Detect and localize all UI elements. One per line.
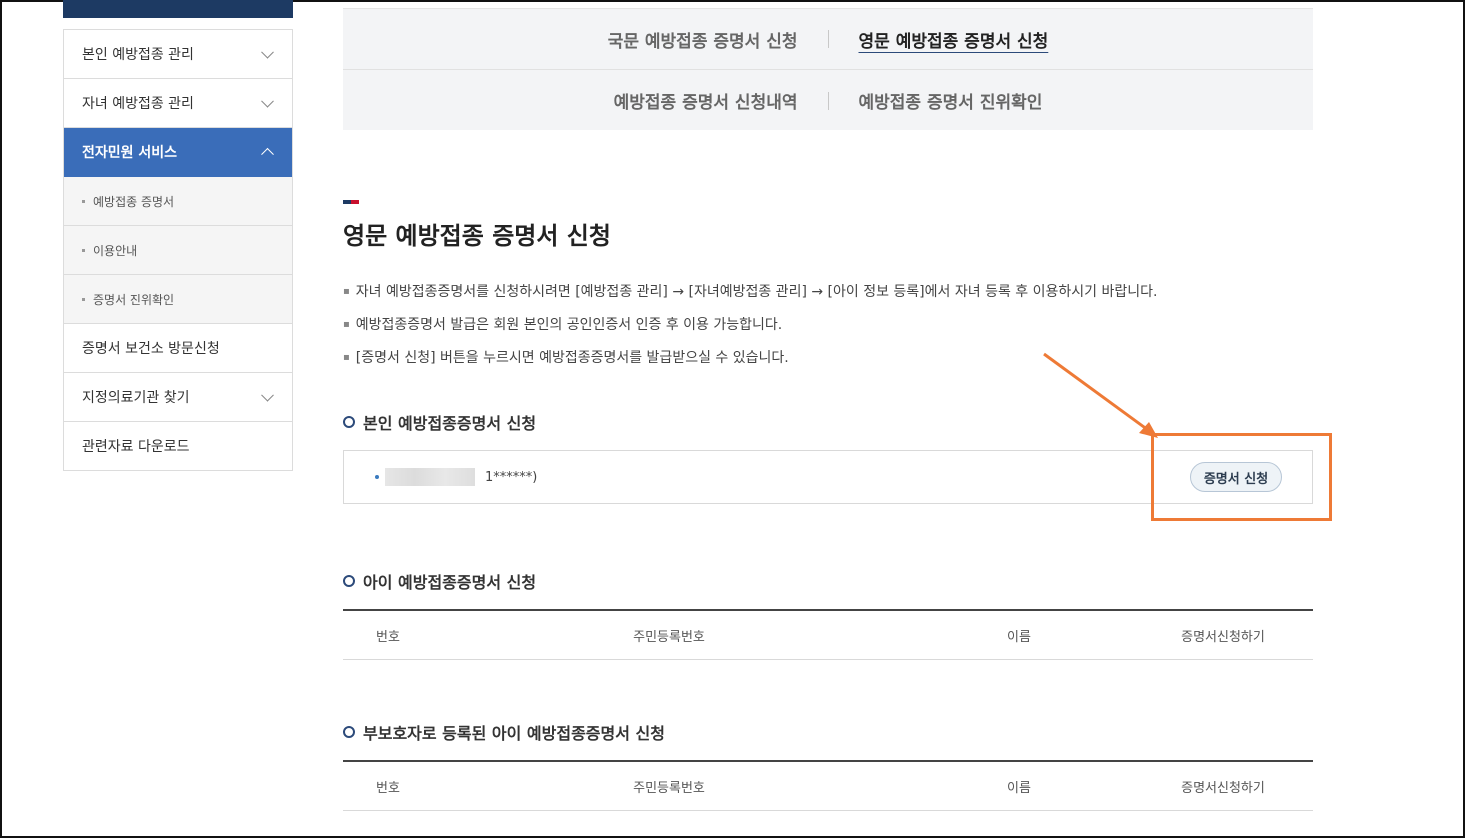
guardian-table-header: 번호 주민등록번호 이름 증명서신청하기 bbox=[343, 760, 1313, 811]
column-header: 증명서신청하기 bbox=[1181, 781, 1265, 796]
tab-application-history[interactable]: 예방접종 증명서 신청내역 bbox=[584, 93, 828, 113]
circle-bullet-icon bbox=[343, 575, 355, 587]
tab-authenticity-check[interactable]: 예방접종 증명서 진위확인 bbox=[829, 93, 1073, 113]
sidebar-item-label: 관련자료 다운로드 bbox=[82, 439, 190, 455]
sidebar-subitem-label: 예방접종 증명서 bbox=[93, 194, 175, 209]
certificate-tabs: 국문 예방접종 증명서 신청 영문 예방접종 증명서 신청 예방접종 증명서 신… bbox=[343, 8, 1313, 130]
sidebar-item-e-civil-service[interactable]: 전자민원 서비스 bbox=[64, 128, 292, 177]
sidebar-item-label: 전자민원 서비스 bbox=[82, 145, 178, 161]
sidebar-item-health-center-visit[interactable]: 증명서 보건소 방문신청 bbox=[64, 324, 292, 373]
tab-row: 국문 예방접종 증명서 신청 영문 예방접종 증명서 신청 bbox=[343, 9, 1313, 70]
sidebar-item-label: 증명서 보건소 방문신청 bbox=[82, 341, 220, 357]
masked-resident-number: 1******) bbox=[485, 469, 538, 485]
title-accent-mark bbox=[343, 200, 359, 204]
sidebar-item-find-clinic[interactable]: 지정의료기관 찾기 bbox=[64, 373, 292, 422]
sidebar-item-downloads[interactable]: 관련자료 다운로드 bbox=[64, 422, 292, 471]
sidebar-subitem-label: 증명서 진위확인 bbox=[93, 292, 175, 307]
sidebar-item-label: 지정의료기관 찾기 bbox=[82, 390, 190, 406]
notice-item: ▪ [증명서 신청] 버튼을 누르시면 예방접종증명서를 발급받으실 수 있습니다… bbox=[343, 350, 789, 366]
sidebar-subitem-guide[interactable]: 이용안내 bbox=[64, 226, 292, 275]
chevron-down-icon bbox=[261, 94, 274, 108]
column-header: 증명서신청하기 bbox=[1181, 630, 1265, 645]
tab-row: 예방접종 증명서 신청내역 예방접종 증명서 진위확인 bbox=[343, 70, 1313, 131]
sidebar-item-label: 자녀 예방접종 관리 bbox=[82, 96, 194, 112]
notice-item: ▪ 예방접종증명서 발급은 회원 본인의 공인인증서 인증 후 이용 가능합니다. bbox=[343, 317, 783, 333]
page-title: 영문 예방접종 증명서 신청 bbox=[343, 222, 611, 250]
column-header: 이름 bbox=[1007, 630, 1031, 645]
section-title-self: 본인 예방접종증명서 신청 bbox=[343, 410, 536, 434]
column-header: 주민등록번호 bbox=[633, 781, 705, 796]
section-title-child: 아이 예방접종증명서 신청 bbox=[343, 569, 536, 593]
bullet-icon bbox=[82, 199, 85, 203]
annotation-arrow-icon bbox=[1043, 352, 1158, 438]
circle-bullet-icon bbox=[343, 726, 355, 738]
sidebar-subitem-label: 이용안내 bbox=[93, 243, 138, 258]
chevron-down-icon bbox=[261, 388, 274, 402]
chevron-down-icon bbox=[261, 45, 274, 59]
column-header: 이름 bbox=[1007, 781, 1031, 796]
sidebar-top-bar bbox=[63, 0, 293, 18]
bullet-icon bbox=[82, 297, 85, 301]
chevron-up-icon bbox=[261, 147, 274, 161]
highlight-box bbox=[1151, 433, 1332, 521]
column-header: 번호 bbox=[376, 630, 400, 645]
tab-english-certificate[interactable]: 영문 예방접종 증명서 신청 bbox=[829, 32, 1079, 52]
bullet-icon bbox=[375, 475, 379, 479]
column-header: 주민등록번호 bbox=[633, 630, 705, 645]
sidebar-subitem-verify[interactable]: 증명서 진위확인 bbox=[64, 275, 292, 324]
column-header: 번호 bbox=[376, 781, 400, 796]
tab-korean-certificate[interactable]: 국문 예방접종 증명서 신청 bbox=[578, 32, 828, 52]
sidebar-item-child-vaccination[interactable]: 자녀 예방접종 관리 bbox=[64, 79, 292, 128]
notice-item: ▪ 자녀 예방접종증명서를 신청하시려면 [예방접종 관리] → [자녀예방접종 … bbox=[343, 284, 1158, 300]
sidebar-item-self-vaccination[interactable]: 본인 예방접종 관리 bbox=[64, 30, 292, 79]
circle-bullet-icon bbox=[343, 416, 355, 428]
child-table-header: 번호 주민등록번호 이름 증명서신청하기 bbox=[343, 609, 1313, 660]
sidebar-subitem-certificate[interactable]: 예방접종 증명서 bbox=[64, 177, 292, 226]
bullet-icon bbox=[82, 248, 85, 252]
section-title-guardian: 부보호자로 등록된 아이 예방접종증명서 신청 bbox=[343, 720, 665, 744]
sidebar-item-label: 본인 예방접종 관리 bbox=[82, 47, 194, 63]
notice-list: ▪ 자녀 예방접종증명서를 신청하시려면 [예방접종 관리] → [자녀예방접종 … bbox=[343, 283, 1157, 382]
blurred-name bbox=[385, 468, 475, 486]
sidebar-nav: 본인 예방접종 관리 자녀 예방접종 관리 전자민원 서비스 예방접종 증명서 … bbox=[63, 29, 293, 471]
